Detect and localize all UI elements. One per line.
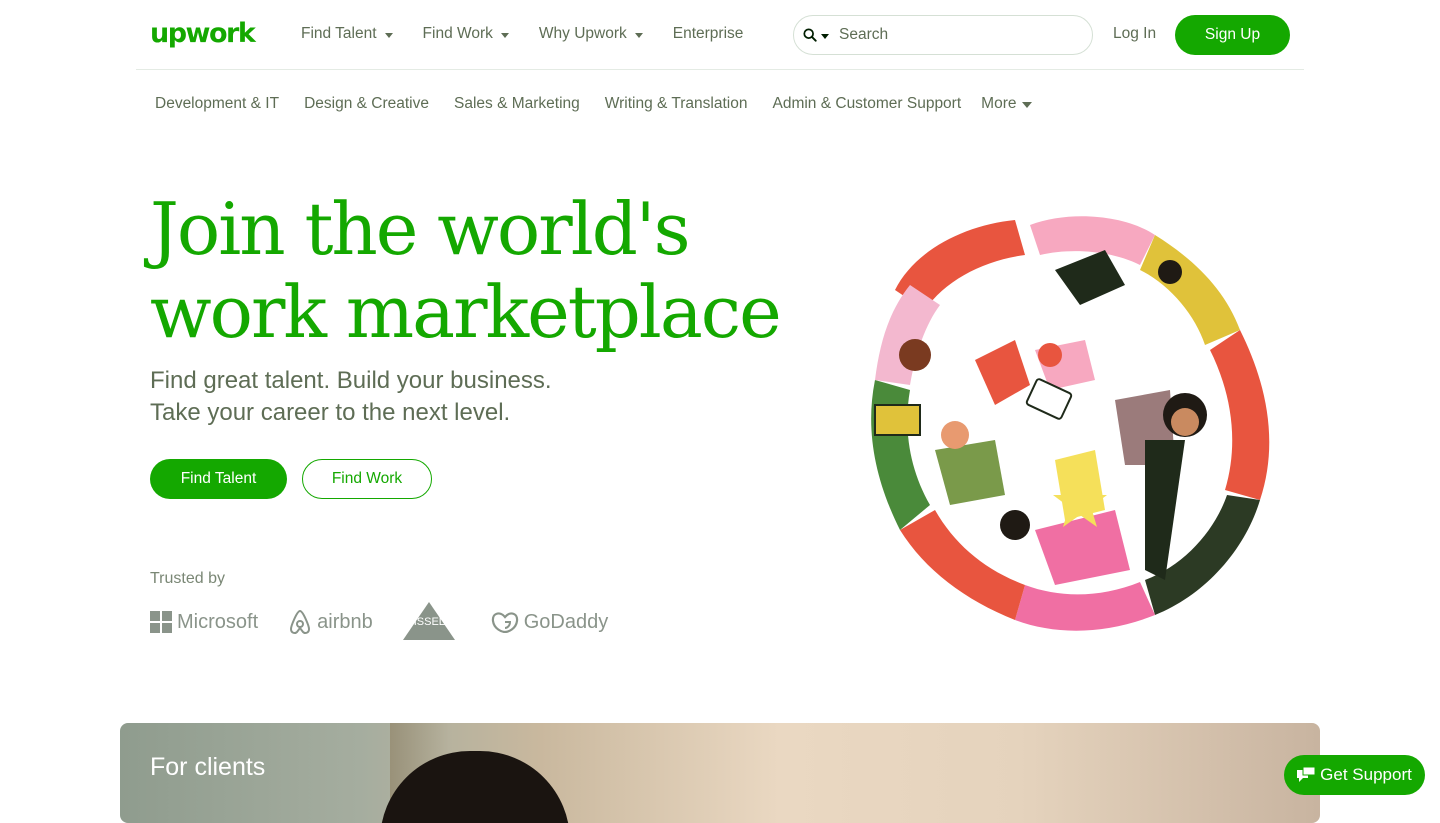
find-work-button[interactable]: Find Work (302, 459, 432, 499)
signup-button[interactable]: Sign Up (1175, 15, 1290, 55)
bissell-logo: BISSELL (403, 602, 461, 642)
hero-subtitle-line2: Take your career to the next level. (150, 399, 511, 426)
nav-find-talent[interactable]: Find Talent (301, 25, 393, 43)
header-divider (136, 69, 1304, 70)
trusted-by-label: Trusted by (150, 570, 225, 587)
hero-subtitle: Find great talent. Build your business. … (150, 365, 552, 429)
nav-why-upwork[interactable]: Why Upwork (539, 25, 643, 43)
hero-subtitle-line1: Find great talent. Build your business. (150, 367, 552, 394)
airbnb-logo: airbnb (288, 609, 373, 635)
search-type-dropdown-icon[interactable] (821, 33, 829, 39)
category-writing-translation[interactable]: Writing & Translation (605, 95, 748, 113)
chat-icon (1297, 767, 1316, 782)
main-nav: Find Talent Find Work Why Upwork Enterpr… (301, 25, 773, 43)
search-icon[interactable] (803, 28, 817, 42)
nav-enterprise-label: Enterprise (672, 25, 744, 42)
godaddy-icon (491, 612, 518, 633)
microsoft-logo: Microsoft (150, 611, 258, 634)
trusted-logos: Microsoft airbnb BISSELL GoDaddy (150, 602, 638, 642)
nav-find-talent-label: Find Talent (301, 25, 377, 42)
category-nav: Development & IT Design & Creative Sales… (155, 95, 1057, 113)
category-design-creative[interactable]: Design & Creative (304, 95, 429, 113)
nav-enterprise[interactable]: Enterprise (673, 25, 744, 43)
hero-title: Join the world's work marketplace (150, 188, 810, 354)
category-sales-marketing[interactable]: Sales & Marketing (454, 95, 580, 113)
upwork-logo[interactable]: upwork (150, 18, 256, 49)
find-talent-button[interactable]: Find Talent (150, 459, 287, 499)
login-link[interactable]: Log In (1113, 25, 1156, 43)
top-header: upwork Find Talent Find Work Why Upwork … (0, 0, 1440, 70)
nav-find-work-label: Find Work (422, 25, 493, 42)
microsoft-icon (150, 611, 172, 633)
for-clients-label: For clients (150, 753, 266, 781)
nav-why-upwork-label: Why Upwork (538, 25, 627, 42)
for-clients-section: For clients (120, 723, 1320, 823)
get-support-button[interactable]: Get Support (1284, 755, 1425, 795)
get-support-label: Get Support (1320, 765, 1412, 784)
hero-title-line1: Join the world's (150, 187, 691, 271)
nav-find-work[interactable]: Find Work (423, 25, 509, 43)
bissell-text: BISSELL (406, 616, 452, 628)
search-bar[interactable] (793, 15, 1093, 55)
category-development-it[interactable]: Development & IT (155, 95, 279, 113)
hero-illustration (868, 216, 1278, 631)
category-more-label: More (981, 95, 1017, 112)
godaddy-text: GoDaddy (523, 610, 609, 633)
godaddy-logo: GoDaddy (491, 610, 609, 634)
search-input[interactable] (839, 26, 1059, 44)
chevron-down-icon (384, 32, 393, 38)
chevron-down-icon (634, 32, 643, 38)
chevron-down-icon (500, 32, 509, 38)
hero-title-line2: work marketplace (150, 270, 782, 354)
chevron-down-icon (1022, 102, 1033, 108)
category-more[interactable]: More (981, 95, 1033, 113)
microsoft-text: Microsoft (177, 610, 259, 633)
airbnb-icon (290, 609, 311, 634)
category-admin-support[interactable]: Admin & Customer Support (772, 95, 961, 113)
airbnb-text: airbnb (317, 610, 373, 633)
